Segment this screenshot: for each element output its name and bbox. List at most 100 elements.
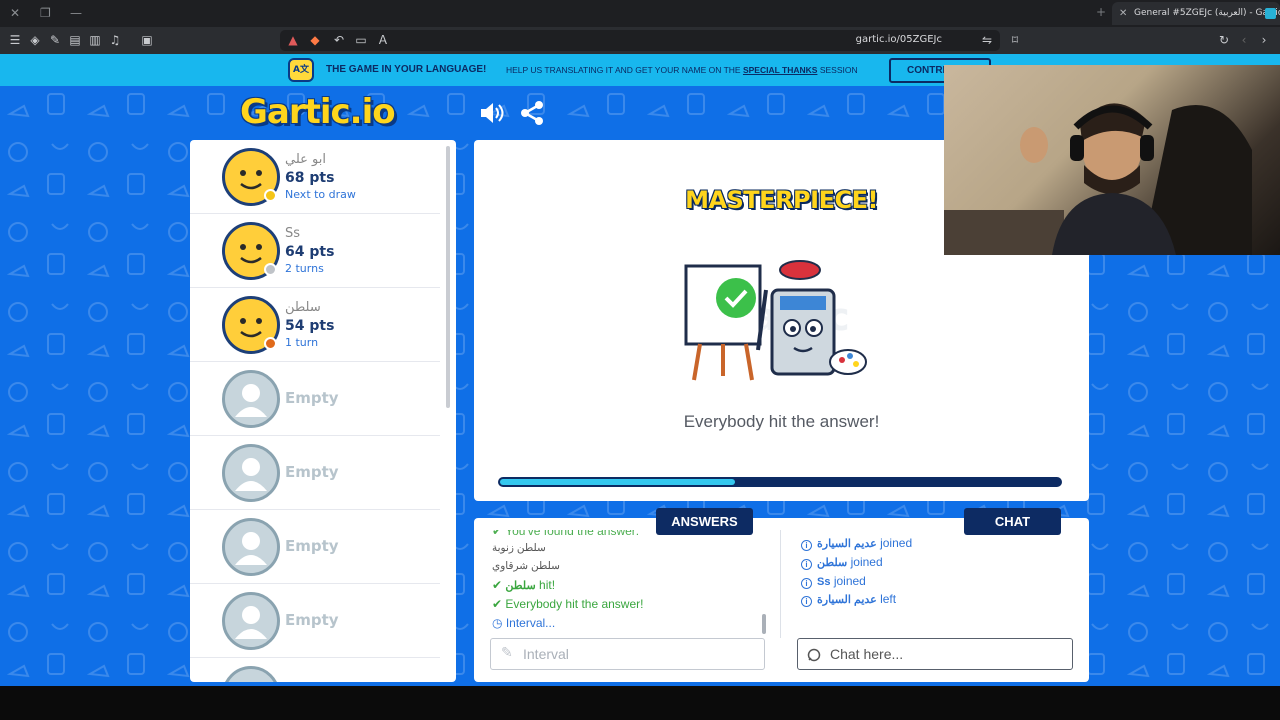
empty-avatar-icon [222,518,280,576]
banner-text-suffix: SESSION [819,65,858,75]
answer-user: سلطن [505,580,536,592]
player-status: 2 turns [285,262,324,275]
answer-item: سلطن شرقاوي [492,560,560,572]
screenshot-icon[interactable]: ▣ [140,33,154,47]
player-points: 68 pts [285,170,335,186]
chat-input-placeholder: Chat here... [830,646,904,662]
info-icon: i [801,540,812,551]
player-row[interactable]: Ss 64 pts 2 turns [190,214,440,288]
answers-scrollbar[interactable] [762,614,766,634]
player-color-dot [264,263,277,276]
menu-icon[interactable]: ☰ [8,33,22,47]
answer-input[interactable]: ✎ Interval [490,638,765,670]
translate-icon: A文 [288,58,314,82]
player-points: 54 pts [285,318,335,334]
pencil-icon: ✎ [501,645,513,661]
empty-slot: Empty [190,436,440,510]
restore-window-icon[interactable]: ❐ [40,6,51,20]
player-points: 64 pts [285,244,335,260]
chat-input[interactable]: Chat here... [797,638,1073,670]
back-history-icon[interactable]: ↶ [332,33,346,47]
webcam-overlay [944,65,1280,255]
answer-item: سلطن زنوبة [492,542,546,554]
empty-slot [190,658,440,682]
player-status: Next to draw [285,188,356,201]
gartic-logo[interactable]: Gartic.io [240,92,396,132]
brave-shield-icon[interactable]: ◆ [308,33,322,47]
player-name: Ss [285,226,301,241]
check-icon: ✔ [492,578,503,592]
forward-icon[interactable]: › [1257,33,1271,47]
chat-text: joined [880,536,913,550]
chat-user: Ss [817,576,831,588]
player-row[interactable]: سلطن 54 pts 1 turn [190,288,440,362]
chat-text: left [880,592,897,606]
info-icon: i [801,596,812,607]
tabs-icon[interactable]: ▤ [68,33,82,47]
tab-close-icon[interactable]: ✕ [1119,2,1127,25]
tab-favicon-icon [1265,8,1276,19]
empty-slot: Empty [190,510,440,584]
url-text[interactable]: gartic.io/05ZGEJc [856,34,942,45]
minimize-window-icon[interactable]: — [70,6,82,20]
masterpiece-illustration: Gartic [684,260,867,381]
result-message: Everybody hit the answer! [683,412,880,431]
share-icon[interactable] [520,100,544,126]
pen-icon[interactable]: ✎ [48,33,62,47]
answer-text: Interval... [505,616,556,630]
check-icon: ✔ [492,597,503,611]
chat-tab[interactable]: CHAT [964,508,1061,535]
answers-chat-panel: ANSWERS CHAT ✔ You've found the answer: … [474,508,1089,682]
empty-slot-label: Empty [285,389,339,407]
answer-input-placeholder: Interval [523,646,569,662]
chat-text: joined [850,555,883,569]
translate-icon[interactable]: Ａ [376,33,390,47]
check-icon: ✔ [492,530,503,538]
round-progress-bar [498,477,1062,487]
player-color-dot [264,337,277,350]
player-name: سلطن [285,300,321,315]
player-row[interactable]: ابو علي 68 pts Next to draw [190,140,440,214]
chat-text: joined [833,574,866,588]
empty-avatar-icon [222,666,280,682]
sound-icon[interactable] [478,100,504,126]
chat-item: i عديم السيارة left [801,592,896,607]
answer-item: ✔ سلطن hit! [492,578,555,592]
reader-icon[interactable]: ▭ [354,33,368,47]
player-color-dot [264,189,277,202]
warning-icon[interactable]: ▲ [286,33,300,47]
sidebar-icon[interactable]: ▥ [88,33,102,47]
empty-avatar-icon [222,370,280,428]
players-scrollbar[interactable] [446,146,450,408]
new-tab-icon[interactable]: + [1096,5,1106,19]
clock-icon: ◷ [492,616,503,630]
round-progress-fill [500,479,736,485]
info-icon: i [801,578,812,589]
answer-text: You've found the answer: [505,530,640,538]
player-status: 1 turn [285,336,319,349]
bottom-black-bar [0,686,1280,720]
browser-toolbar: ☰ ◈ ✎ ▤ ▥ ♫ ▣ ▲ ◆ ↶ ▭ Ａ gartic.io/05ZGEJ… [0,27,1280,54]
chat-user: عديم السيارة [817,594,877,606]
chat-user: عديم السيارة [817,538,877,550]
back-icon[interactable]: ‹ [1237,33,1251,47]
empty-slot: Empty [190,362,440,436]
reload-icon[interactable]: ↻ [1217,33,1231,47]
bookmark-icon[interactable]: ⌑ [1008,33,1022,47]
address-bar[interactable]: ▲ ◆ ↶ ▭ Ａ gartic.io/05ZGEJc ⇋ [280,30,1000,51]
answer-item: ✔ Everybody hit the answer! [492,597,643,611]
browser-tab[interactable]: ✕ General #5ZGEJc (العربية) - Gartic [1112,2,1280,25]
close-window-icon[interactable]: ✕ [10,6,20,20]
site-settings-icon[interactable]: ⇋ [980,33,994,47]
empty-slot-label: Empty [285,611,339,629]
panel-divider [780,530,781,638]
empty-slot-label: Empty [285,463,339,481]
empty-avatar-icon [222,444,280,502]
answer-item: ✔ You've found the answer: [492,530,639,538]
chat-bubble-icon [807,648,821,662]
answer-text: Everybody hit the answer! [505,597,644,611]
special-thanks-link[interactable]: SPECIAL THANKS [743,65,817,75]
shield-icon[interactable]: ◈ [28,33,42,47]
tab-title: General #5ZGEJc (العربية) - Gartic [1134,8,1280,18]
music-icon[interactable]: ♫ [108,33,122,47]
